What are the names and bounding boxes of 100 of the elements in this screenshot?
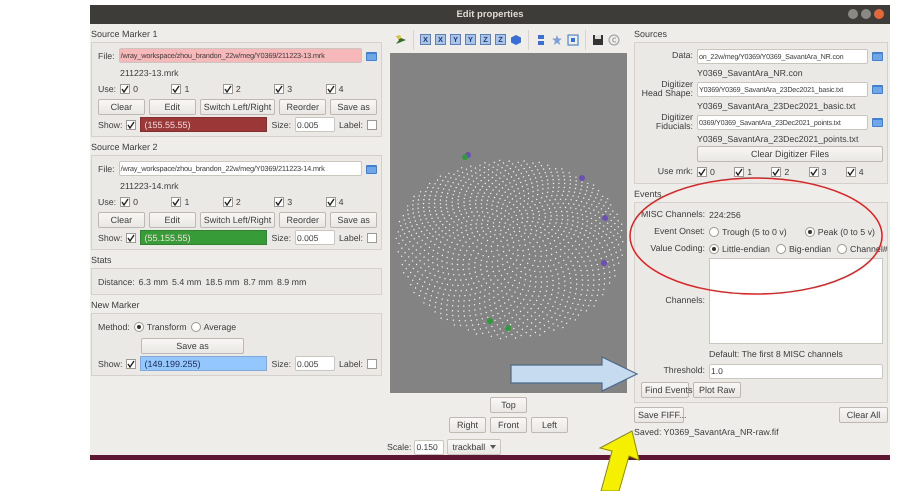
checkbox[interactable] xyxy=(274,84,284,94)
view-button[interactable]: Left xyxy=(531,416,568,432)
color-field[interactable]: (149.199.255) xyxy=(140,356,268,371)
field-label: Channels: xyxy=(664,296,705,306)
checkbox-label: 2 xyxy=(784,166,790,176)
folder-icon[interactable] xyxy=(872,117,883,127)
checkbox[interactable] xyxy=(120,84,130,94)
group-title: Events xyxy=(634,189,663,199)
checkbox[interactable] xyxy=(771,166,782,176)
checkbox[interactable] xyxy=(326,196,336,206)
checkbox[interactable] xyxy=(808,166,819,176)
field-label: Value Coding: xyxy=(649,244,705,254)
radio-button[interactable] xyxy=(134,322,144,332)
action-button[interactable]: Switch Left/Right xyxy=(200,98,276,114)
action-button[interactable]: Reorder xyxy=(279,98,326,114)
caret-icon xyxy=(490,445,496,449)
checkbox[interactable] xyxy=(120,196,130,206)
radio-button[interactable] xyxy=(190,322,201,332)
radio-button[interactable] xyxy=(776,244,786,254)
checkbox-label: 1 xyxy=(184,196,190,206)
file-name: Y0369_SavantAra_NR.con xyxy=(696,67,804,78)
radio-button[interactable] xyxy=(709,244,719,254)
action-button[interactable]: Clear xyxy=(98,212,145,228)
distance-value: 18.5 mm xyxy=(205,276,240,286)
color-field[interactable]: (155.55.55) xyxy=(140,117,268,132)
minimize-icon[interactable] xyxy=(848,9,858,19)
view-button[interactable]: Right xyxy=(449,416,486,432)
pointer-icon[interactable] xyxy=(395,34,407,46)
action-button[interactable]: Switch Left/Right xyxy=(200,212,276,228)
close-icon[interactable] xyxy=(874,9,884,19)
star-icon[interactable] xyxy=(551,34,563,46)
group-title: Sources xyxy=(634,29,668,39)
action-button[interactable]: Reorder xyxy=(279,212,326,228)
view-button[interactable]: Top xyxy=(490,397,527,413)
folder-icon[interactable] xyxy=(872,51,883,61)
folder-icon[interactable] xyxy=(872,84,883,94)
action-button[interactable]: Clear xyxy=(98,98,145,114)
checkbox-label: 3 xyxy=(287,84,292,94)
checkbox[interactable] xyxy=(171,84,182,94)
checkbox[interactable] xyxy=(222,84,233,94)
scale-field[interactable]: 0.150 xyxy=(414,440,444,454)
radio-button[interactable] xyxy=(804,226,815,236)
checkbox[interactable] xyxy=(367,232,377,242)
threshold-field[interactable]: 1.0 xyxy=(709,364,883,378)
checkbox[interactable] xyxy=(326,84,336,94)
group-title: Source Marker 1 xyxy=(91,29,159,39)
size-field[interactable]: 0.005 xyxy=(295,356,336,371)
radio-button[interactable] xyxy=(709,226,719,236)
distance-value: 6.3 mm xyxy=(138,276,168,286)
field-label: Show: xyxy=(98,232,122,242)
view-button[interactable]: Front xyxy=(490,416,527,432)
field-label: Use mrk: xyxy=(656,166,693,176)
save-fiff-button[interactable]: Save FIFF... xyxy=(634,407,684,423)
field-label: Label: xyxy=(339,120,363,130)
field-label: Show: xyxy=(98,358,122,368)
size-field[interactable]: 0.005 xyxy=(295,230,336,245)
field-label: Label: xyxy=(339,232,363,242)
group-title: Source Marker 2 xyxy=(91,142,159,152)
checkbox[interactable] xyxy=(734,166,744,176)
checkbox[interactable] xyxy=(222,196,233,206)
checkbox-label: 4 xyxy=(338,196,344,206)
field-label: Data: xyxy=(670,51,693,61)
checkbox[interactable] xyxy=(846,166,856,176)
size-field[interactable]: 0.005 xyxy=(295,117,336,132)
field-label: Method: xyxy=(98,322,130,332)
action-button[interactable]: Save as xyxy=(330,212,378,228)
radio-button[interactable] xyxy=(837,244,847,254)
checkbox[interactable] xyxy=(126,358,136,368)
checkbox-label: 0 xyxy=(133,84,138,94)
clear-all-button[interactable]: Clear All xyxy=(839,407,888,423)
checkbox-label: 1 xyxy=(747,166,752,176)
folder-icon[interactable] xyxy=(366,50,377,60)
checkbox[interactable] xyxy=(126,120,136,130)
field-label: Distance: xyxy=(98,276,135,286)
fit-icon[interactable] xyxy=(567,34,579,46)
action-button[interactable]: Plot Raw xyxy=(693,382,741,398)
checkbox-label: 0 xyxy=(710,166,715,176)
action-button[interactable]: Edit xyxy=(148,98,196,114)
action-button[interactable]: Save as xyxy=(330,98,378,114)
folder-icon[interactable] xyxy=(366,164,377,174)
checkbox[interactable] xyxy=(171,196,182,206)
channel-range: 224:256 xyxy=(709,210,741,220)
distance-value: 5.4 mm xyxy=(172,276,202,286)
maximize-icon[interactable] xyxy=(861,9,871,19)
window-title: Edit properties xyxy=(456,9,524,20)
checkbox[interactable] xyxy=(126,232,136,242)
cube-icon[interactable] xyxy=(510,34,522,46)
checkbox[interactable] xyxy=(274,196,284,206)
checkbox[interactable] xyxy=(697,166,707,176)
checkbox[interactable] xyxy=(367,358,377,368)
clear-files-button[interactable]: Clear Digitizer Files xyxy=(697,146,883,162)
radio-label: Peak (0 to 5 v) xyxy=(818,226,875,236)
3d-view[interactable] xyxy=(390,53,627,393)
mode-dropdown[interactable]: trackball xyxy=(447,439,502,455)
file-name: 211223-13.mrk xyxy=(119,66,180,79)
save-button[interactable]: Save as xyxy=(141,338,244,354)
save-icon[interactable] xyxy=(592,34,604,46)
checkbox[interactable] xyxy=(367,120,377,130)
action-button[interactable]: Edit xyxy=(148,212,196,228)
bars-icon[interactable] xyxy=(535,34,547,46)
